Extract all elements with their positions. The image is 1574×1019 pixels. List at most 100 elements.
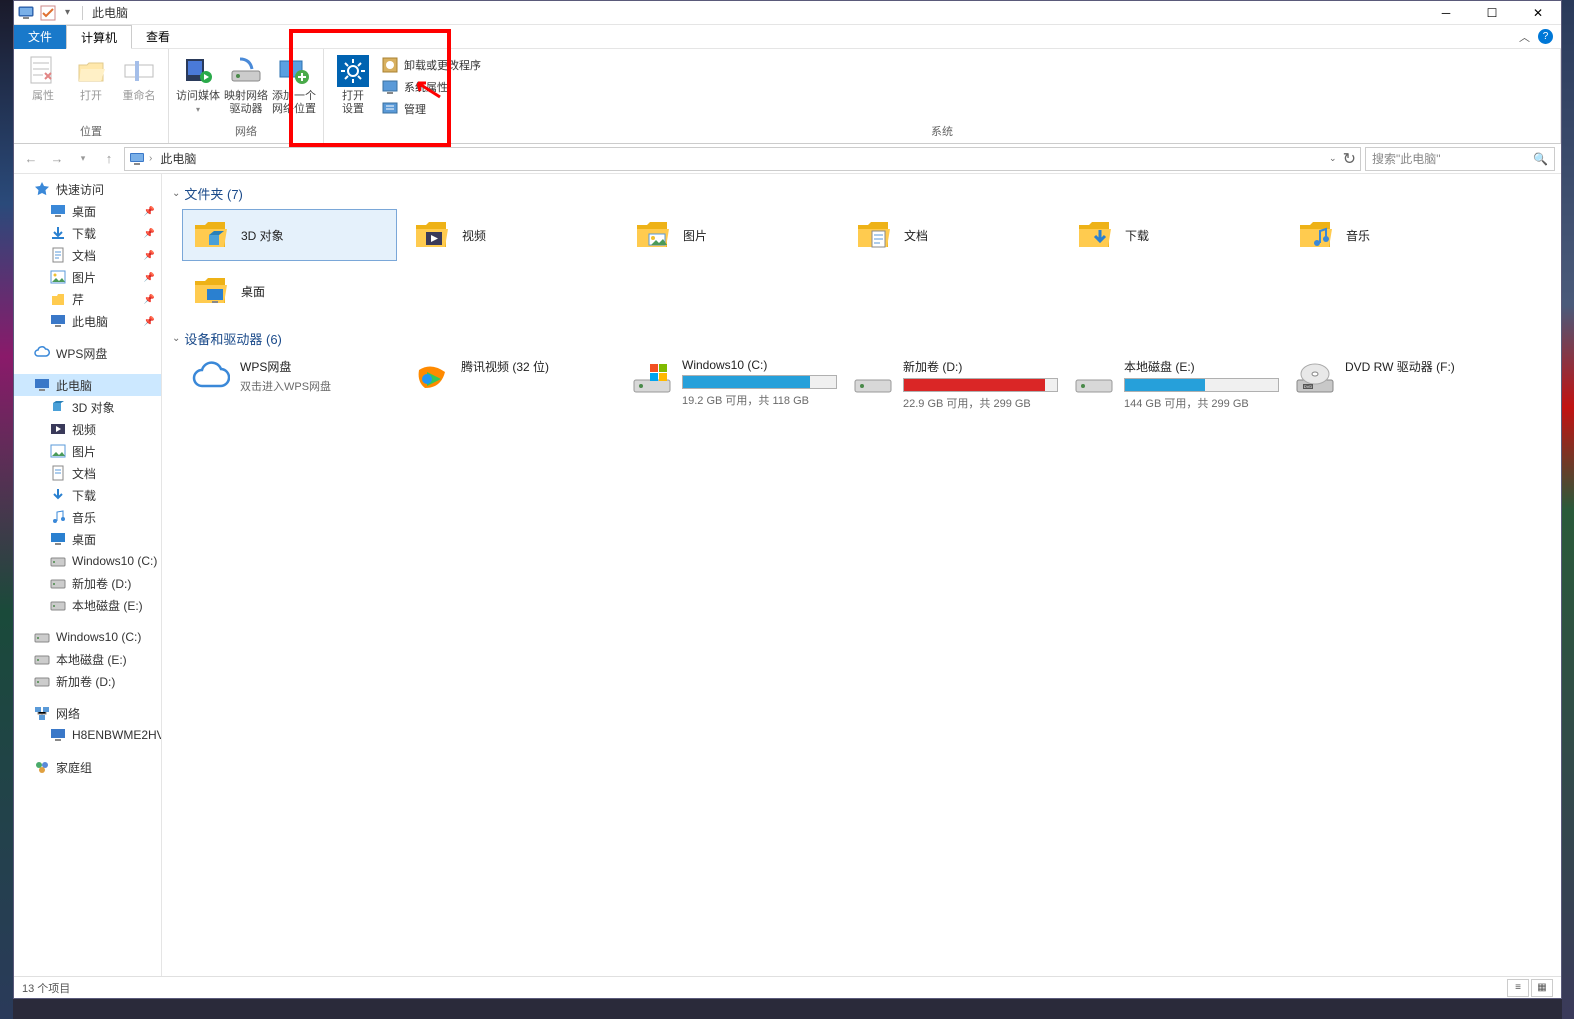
tree-network[interactable]: 网络 <box>14 702 161 724</box>
btn-rename[interactable]: 重命名 <box>116 51 162 103</box>
tree-thispc-item[interactable]: 图片 <box>14 440 161 462</box>
item-icon <box>50 553 66 569</box>
tree-drive[interactable]: Windows10 (C:) <box>14 626 161 648</box>
btn-add-location[interactable]: 添加一个 网络位置 <box>271 51 317 116</box>
view-tiles-button[interactable]: ▦ <box>1531 979 1553 997</box>
item-icon <box>50 509 66 525</box>
folder-tile[interactable]: 桌面 <box>182 265 397 317</box>
btn-properties[interactable]: 属性 <box>20 51 66 103</box>
nav-up[interactable]: ↑ <box>98 148 120 170</box>
refresh-button[interactable]: ↻ <box>1343 149 1356 169</box>
folder-tile[interactable]: 文档 <box>845 209 1060 261</box>
btn-map-drive[interactable]: 映射网络 驱动器 <box>223 51 269 116</box>
address-bar[interactable]: › 此电脑 ⌄ ↻ <box>124 147 1361 171</box>
section-drives-header[interactable]: ⌄ 设备和驱动器 (6) <box>172 325 1551 354</box>
tree-network-host[interactable]: H8ENBWME2HV7 <box>14 724 161 746</box>
drive-icon <box>34 629 50 645</box>
tree-quick-item[interactable]: 此电脑 📌 <box>14 310 161 332</box>
tree-thispc-item[interactable]: 3D 对象 <box>14 396 161 418</box>
pin-icon: 📌 <box>144 294 155 305</box>
tree-thispc-item[interactable]: 视频 <box>14 418 161 440</box>
btn-system-properties[interactable]: 系统属性 <box>378 77 485 97</box>
drive-tile[interactable]: 本地磁盘 (E:)144 GB 可用，共 299 GB <box>1066 354 1281 415</box>
drive-icon <box>34 673 50 689</box>
media-icon <box>182 55 214 87</box>
minimize-button[interactable]: ─ <box>1423 1 1469 25</box>
ribbon-collapse[interactable]: ︿ <box>1519 29 1530 45</box>
tab-file[interactable]: 文件 <box>14 25 66 49</box>
item-icon <box>50 313 66 329</box>
uninstall-icon <box>382 57 398 73</box>
tree-drive[interactable]: 本地磁盘 (E:) <box>14 648 161 670</box>
network-icon <box>34 705 50 721</box>
item-icon <box>50 291 66 307</box>
tree-quick-item[interactable]: 文档 📌 <box>14 244 161 266</box>
view-details-button[interactable]: ≡ <box>1507 979 1529 997</box>
tree-thispc-item[interactable]: 下载 <box>14 484 161 506</box>
group-label-location: 位置 <box>20 121 162 143</box>
btn-uninstall-change[interactable]: 卸载或更改程序 <box>378 55 485 75</box>
nav-forward[interactable]: → <box>46 148 68 170</box>
tree-quick-item[interactable]: 桌面 📌 <box>14 200 161 222</box>
pin-icon: 📌 <box>144 206 155 217</box>
titlebar: ▾ 此电脑 ─ ☐ ✕ <box>14 1 1561 25</box>
search-input[interactable]: 搜索"此电脑" 🔍 <box>1365 147 1555 171</box>
drive-tile[interactable]: Windows10 (C:)19.2 GB 可用，共 118 GB <box>624 354 839 415</box>
pin-icon: 📌 <box>144 272 155 283</box>
addr-dropdown[interactable]: ⌄ <box>1329 153 1337 164</box>
close-button[interactable]: ✕ <box>1515 1 1561 25</box>
tree-thispc-item[interactable]: 桌面 <box>14 528 161 550</box>
item-icon <box>50 465 66 481</box>
btn-open-settings[interactable]: 打开 设置 <box>330 51 376 116</box>
tree-thispc-item[interactable]: 新加卷 (D:) <box>14 572 161 594</box>
ribbon-group-network: 访问媒体 ▾ 映射网络 驱动器 添加一个 网络位置 网络 <box>169 49 324 143</box>
item-icon <box>50 443 66 459</box>
qa-checkbox-icon[interactable] <box>40 5 56 21</box>
tree-thispc-item[interactable]: 文档 <box>14 462 161 484</box>
item-icon <box>50 531 66 547</box>
tab-view[interactable]: 查看 <box>132 25 184 49</box>
folder-tile[interactable]: 图片 <box>624 209 839 261</box>
qa-dropdown[interactable]: ▾ <box>62 7 73 18</box>
folder-tile[interactable]: 视频 <box>403 209 618 261</box>
btn-open[interactable]: 打开 <box>68 51 114 103</box>
breadcrumb-root[interactable]: 此电脑 <box>156 150 200 167</box>
drive-tile[interactable]: DVD DVD RW 驱动器 (F:) <box>1287 354 1502 415</box>
system-props-icon <box>382 79 398 95</box>
manage-icon <box>382 101 398 117</box>
explorer-window: ▾ 此电脑 ─ ☐ ✕ 文件 计算机 查看 ︿ ? 属性 <box>13 0 1562 999</box>
tree-thispc-item[interactable]: 本地磁盘 (E:) <box>14 594 161 616</box>
maximize-button[interactable]: ☐ <box>1469 1 1515 25</box>
help-icon[interactable]: ? <box>1538 29 1553 44</box>
add-location-icon <box>278 55 310 87</box>
tree-drive[interactable]: 新加卷 (D:) <box>14 670 161 692</box>
tree-quick-access[interactable]: 快速访问 <box>14 178 161 200</box>
section-folders-header[interactable]: ⌄ 文件夹 (7) <box>172 180 1551 209</box>
homegroup-icon <box>34 759 50 775</box>
folder-tile[interactable]: 下载 <box>1066 209 1281 261</box>
tree-quick-item[interactable]: 芹 📌 <box>14 288 161 310</box>
nav-recent[interactable]: ▾ <box>72 148 94 170</box>
drive-tile[interactable]: WPS网盘双击进入WPS网盘 <box>182 354 397 415</box>
tree-wps[interactable]: WPS网盘 <box>14 342 161 364</box>
folder-tile[interactable]: 3D 对象 <box>182 209 397 261</box>
tree-quick-item[interactable]: 图片 📌 <box>14 266 161 288</box>
btn-manage[interactable]: 管理 <box>378 99 485 119</box>
tree-this-pc[interactable]: 此电脑 <box>14 374 161 396</box>
tree-quick-item[interactable]: 下载 📌 <box>14 222 161 244</box>
thispc-icon <box>18 5 34 21</box>
btn-access-media[interactable]: 访问媒体 ▾ <box>175 51 221 116</box>
status-bar: 13 个项目 ≡ ▦ <box>14 976 1561 998</box>
map-drive-icon <box>230 55 262 87</box>
settings-icon <box>337 55 369 87</box>
nav-tree[interactable]: 快速访问 桌面 📌 下载 📌 文档 📌 图片 📌 芹 📌 此电脑 📌 <box>14 174 162 976</box>
drive-tile[interactable]: 腾讯视频 (32 位) <box>403 354 618 415</box>
tree-homegroup[interactable]: 家庭组 <box>14 756 161 778</box>
folder-tile[interactable]: 音乐 <box>1287 209 1502 261</box>
nav-back[interactable]: ← <box>20 148 42 170</box>
tree-thispc-item[interactable]: 音乐 <box>14 506 161 528</box>
tab-computer[interactable]: 计算机 <box>66 25 132 49</box>
drive-tile[interactable]: 新加卷 (D:)22.9 GB 可用，共 299 GB <box>845 354 1060 415</box>
pin-icon: 📌 <box>144 250 155 261</box>
tree-thispc-item[interactable]: Windows10 (C:) <box>14 550 161 572</box>
